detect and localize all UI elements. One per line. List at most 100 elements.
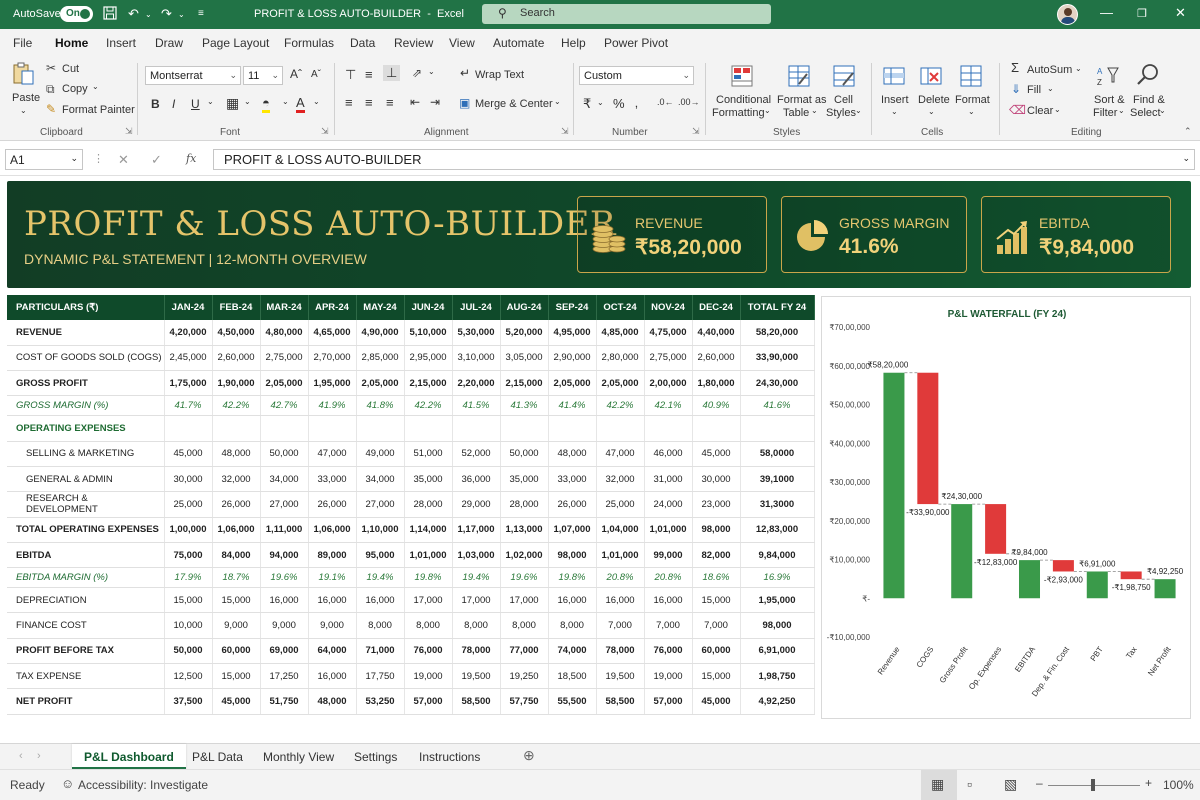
tab-automate[interactable]: Automate <box>493 36 544 50</box>
table-cell[interactable]: 2,15,000 <box>500 370 549 397</box>
undo-icon[interactable]: ↶ <box>128 6 139 22</box>
insert-button[interactable]: Insert <box>881 94 909 106</box>
table-cell[interactable]: 19,000 <box>644 663 693 690</box>
total-cell[interactable]: 16.9% <box>740 567 815 589</box>
table-cell[interactable]: 2,05,000 <box>596 370 645 397</box>
table-cell[interactable]: 16,000 <box>644 587 693 614</box>
table-cell[interactable]: 34,000 <box>260 466 309 493</box>
table-cell[interactable]: 1,13,000 <box>500 517 549 543</box>
autosave-toggle[interactable]: On <box>60 6 93 22</box>
table-cell[interactable]: 17,000 <box>452 587 501 614</box>
decrease-indent-icon[interactable]: ⇤ <box>410 95 420 109</box>
table-cell[interactable]: 26,000 <box>308 491 357 518</box>
table-cell[interactable]: 19,000 <box>404 663 453 690</box>
table-cell[interactable]: 19.1% <box>308 567 357 589</box>
table-cell[interactable]: 1,17,000 <box>452 517 501 543</box>
table-cell[interactable]: 76,000 <box>404 638 453 665</box>
table-cell[interactable]: 45,000 <box>692 441 741 467</box>
normal-view-icon[interactable]: ▦ <box>931 776 944 793</box>
find-select-icon[interactable] <box>1136 62 1160 86</box>
table-cell[interactable]: 9,000 <box>212 612 261 639</box>
format-as-table-icon[interactable] <box>787 64 811 88</box>
delete-cells-icon[interactable] <box>919 64 943 88</box>
table-cell[interactable]: 7,000 <box>596 612 645 639</box>
table-cell[interactable]: 78,000 <box>596 638 645 665</box>
table-cell[interactable]: 69,000 <box>260 638 309 665</box>
font-color-dropdown-icon[interactable]: ⌄ <box>313 97 320 106</box>
table-cell[interactable]: 1,80,000 <box>692 370 741 397</box>
table-cell[interactable]: 17,250 <box>260 663 309 690</box>
table-cell[interactable]: 51,000 <box>404 441 453 467</box>
percent-icon[interactable]: % <box>613 96 625 111</box>
total-cell[interactable]: 98,000 <box>740 612 815 639</box>
table-cell[interactable]: 19.8% <box>404 567 453 589</box>
increase-indent-icon[interactable]: ⇥ <box>430 95 440 109</box>
row-label[interactable]: COST OF GOODS SOLD (COGS) <box>7 345 165 372</box>
column-header-month[interactable]: AUG-24 <box>500 295 549 320</box>
table-cell[interactable]: 49,000 <box>356 441 405 467</box>
font-size-select[interactable]: 11 ⌄ <box>243 66 283 85</box>
table-cell[interactable]: 57,000 <box>404 688 453 715</box>
increase-font-icon[interactable]: Aˆ <box>290 67 302 81</box>
table-cell[interactable]: 1,06,000 <box>308 517 357 543</box>
table-cell[interactable]: 2,20,000 <box>452 370 501 397</box>
redo-icon[interactable]: ↷ <box>161 6 172 22</box>
font-color-icon[interactable]: A <box>296 95 305 113</box>
underline-icon[interactable]: U <box>191 97 200 111</box>
column-header-month[interactable]: FEB-24 <box>212 295 261 320</box>
table-cell[interactable]: 42.2% <box>212 395 261 417</box>
table-cell[interactable]: 42.2% <box>404 395 453 417</box>
table-cell[interactable]: 17,000 <box>404 587 453 614</box>
cell-styles-icon[interactable] <box>832 64 856 88</box>
table-cell[interactable]: 20.8% <box>644 567 693 589</box>
table-cell[interactable]: 29,000 <box>452 491 501 518</box>
table-cell[interactable]: 31,000 <box>644 466 693 493</box>
row-label[interactable]: OPERATING EXPENSES <box>7 415 165 442</box>
sheet-tab-settings[interactable]: Settings <box>342 748 409 766</box>
table-cell[interactable] <box>452 415 501 442</box>
format-table-dropdown-icon[interactable]: ⌄ <box>811 106 818 115</box>
total-cell[interactable]: 1,98,750 <box>740 663 815 690</box>
merge-center-button[interactable]: Merge & Center <box>475 98 553 110</box>
clear-button[interactable]: Clear <box>1027 105 1053 117</box>
table-cell[interactable]: 2,80,000 <box>596 345 645 372</box>
table-cell[interactable]: 33,000 <box>308 466 357 493</box>
column-header-particulars[interactable]: PARTICULARS (₹) <box>7 295 165 320</box>
table-cell[interactable]: 10,000 <box>164 612 213 639</box>
table-cell[interactable]: 41.5% <box>452 395 501 417</box>
fill-color-dropdown-icon[interactable]: ⌄ <box>282 97 289 106</box>
tab-help[interactable]: Help <box>561 36 586 50</box>
total-cell[interactable] <box>740 415 815 442</box>
insert-dropdown-icon[interactable]: ⌄ <box>891 107 898 116</box>
prev-sheet-icon[interactable]: ‹ <box>19 750 23 762</box>
wrap-text-button[interactable]: Wrap Text <box>475 69 524 81</box>
sheet-tab-pl-data[interactable]: P&L Data <box>180 748 255 766</box>
align-center-icon[interactable]: ≡ <box>365 95 373 110</box>
table-cell[interactable]: 23,000 <box>692 491 741 518</box>
table-cell[interactable]: 4,40,000 <box>692 320 741 346</box>
table-cell[interactable]: 89,000 <box>308 542 357 569</box>
table-cell[interactable]: 15,000 <box>164 587 213 614</box>
table-cell[interactable]: 82,000 <box>692 542 741 569</box>
table-cell[interactable]: 60,000 <box>692 638 741 665</box>
zoom-in-icon[interactable]: + <box>1145 776 1152 790</box>
table-cell[interactable]: 94,000 <box>260 542 309 569</box>
table-cell[interactable]: 2,95,000 <box>404 345 453 372</box>
table-cell[interactable]: 28,000 <box>404 491 453 518</box>
table-cell[interactable]: 2,05,000 <box>356 370 405 397</box>
row-label[interactable]: DEPRECIATION <box>7 587 165 614</box>
table-cell[interactable]: 78,000 <box>452 638 501 665</box>
table-cell[interactable]: 17,750 <box>356 663 405 690</box>
table-cell[interactable]: 36,000 <box>452 466 501 493</box>
row-label[interactable]: PROFIT BEFORE TAX <box>7 638 165 665</box>
row-label[interactable]: GENERAL & ADMIN <box>7 466 165 493</box>
table-cell[interactable]: 32,000 <box>212 466 261 493</box>
currency-dropdown-icon[interactable]: ⌄ <box>597 98 604 107</box>
table-cell[interactable]: 15,000 <box>212 663 261 690</box>
table-cell[interactable]: 1,04,000 <box>596 517 645 543</box>
table-cell[interactable]: 33,000 <box>548 466 597 493</box>
fill-icon[interactable]: ⇓ <box>1011 82 1021 96</box>
align-bottom-icon[interactable]: ⊥ <box>383 65 401 81</box>
sort-filter-icon[interactable]: AZ <box>1096 64 1120 88</box>
table-cell[interactable]: 16,000 <box>308 587 357 614</box>
